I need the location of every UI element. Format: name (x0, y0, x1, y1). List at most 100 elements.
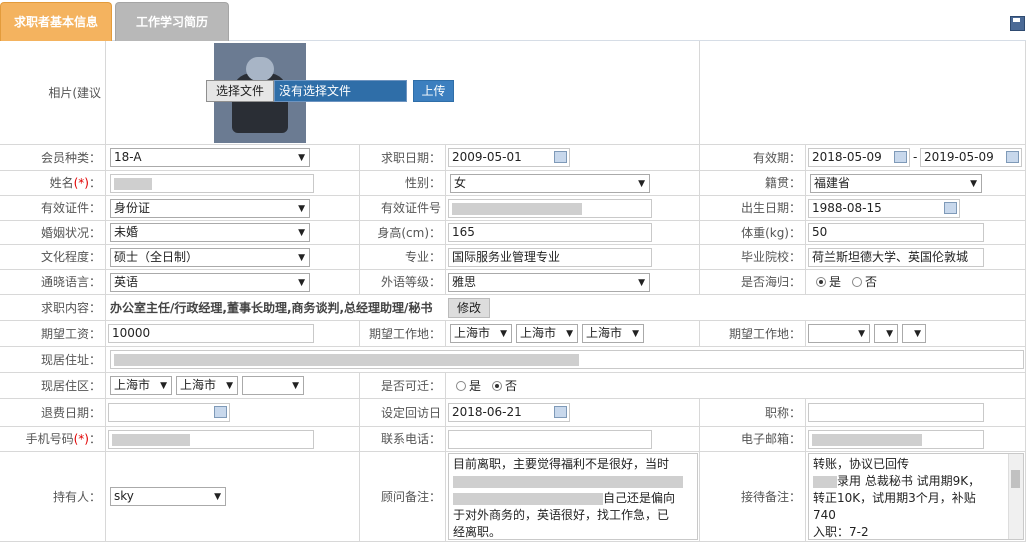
calendar-icon[interactable] (214, 406, 227, 418)
work-district-select[interactable]: 上海市 ▼ (582, 324, 644, 343)
radio-checked-icon[interactable] (816, 277, 826, 287)
height-input[interactable]: 165 (448, 223, 652, 242)
title-input[interactable] (808, 403, 984, 422)
school-input[interactable]: 荷兰斯坦德大学、英国伦敦城 (808, 248, 984, 267)
mobile-label: 手机号码(*)： (0, 427, 106, 452)
relocate-label: 是否可迁： (360, 373, 446, 399)
district-city-select[interactable]: 上海市 ▼ (176, 376, 238, 395)
calendar-icon[interactable] (944, 202, 957, 214)
choose-file-button[interactable]: 选择文件 (206, 80, 274, 102)
id-type-select[interactable]: 身份证 ▼ (110, 199, 310, 218)
district-area-select[interactable]: ▼ (242, 376, 304, 395)
reception-note-textarea[interactable]: 转账，协议已回传 录用 总裁秘书 试用期9K， 转正10K，试用期3个月，补贴 … (808, 453, 1024, 540)
job-content-label: 求职内容： (0, 295, 106, 321)
work2-city-select[interactable]: ▼ (874, 324, 898, 343)
refund-date-cell (106, 399, 360, 427)
email-input[interactable] (808, 430, 984, 449)
work-place2-label: 期望工作地： (700, 321, 806, 347)
birth-input[interactable]: 1988-08-15 (808, 199, 960, 218)
calendar-icon[interactable] (554, 151, 567, 163)
email-cell (806, 427, 1026, 452)
mobile-cell (106, 427, 360, 452)
calendar-icon[interactable] (554, 406, 567, 418)
returnee-no-option[interactable]: 否 (852, 271, 877, 293)
tab-basic-info[interactable]: 求职者基本信息 (0, 2, 112, 41)
work2-district-select[interactable]: ▼ (902, 324, 926, 343)
reception-note-scrollbar[interactable] (1008, 454, 1023, 539)
foreign-level-cell: 雅思 ▼ (446, 270, 700, 295)
weight-label: 体重(kg)： (700, 221, 806, 245)
gender-label: 性别： (360, 171, 446, 196)
radio-checked-icon[interactable] (492, 381, 502, 391)
native-label: 籍贯： (700, 171, 806, 196)
tab-work-study-resume[interactable]: 工作学习简历 (115, 2, 229, 41)
apply-date-label: 求职日期： (360, 145, 446, 171)
weight-input[interactable]: 50 (808, 223, 984, 242)
calendar-icon[interactable] (894, 151, 907, 163)
district-province-select[interactable]: 上海市 ▼ (110, 376, 172, 395)
holder-cell: sky ▼ (106, 452, 360, 542)
mobile-input[interactable] (108, 430, 314, 449)
name-input[interactable] (110, 174, 314, 193)
work-city-select[interactable]: 上海市 ▼ (516, 324, 578, 343)
birth-label: 出生日期： (700, 196, 806, 221)
work2-province-select[interactable]: ▼ (808, 324, 870, 343)
refund-date-input[interactable] (108, 403, 230, 422)
foreign-level-select[interactable]: 雅思 ▼ (448, 273, 650, 292)
advisor-note-line2 (453, 473, 693, 490)
phone-cell (446, 427, 700, 452)
reception-note-line3: 转正10K，试用期3个月，补贴 (813, 491, 976, 505)
phone-input[interactable] (448, 430, 652, 449)
id-no-input[interactable] (448, 199, 652, 218)
calendar-icon[interactable] (1006, 151, 1019, 163)
relocate-yes-option[interactable]: 是 (456, 375, 481, 397)
job-content-text: 办公室主任/行政经理,董事长助理,商务谈判,总经理助理/秘书 (110, 301, 433, 315)
holder-select[interactable]: sky ▼ (110, 487, 226, 506)
valid-from-input[interactable]: 2018-05-09 (808, 148, 910, 167)
school-label: 毕业院校： (700, 245, 806, 270)
gender-select[interactable]: 女 ▼ (450, 174, 650, 193)
member-type-select[interactable]: 18-A ▼ (110, 148, 310, 167)
relocate-no-option[interactable]: 否 (492, 375, 517, 397)
valid-to-input[interactable]: 2019-05-09 (920, 148, 1022, 167)
language-cell: 英语 ▼ (106, 270, 360, 295)
major-cell: 国际服务业管理专业 (446, 245, 700, 270)
reception-note-cell: 转账，协议已回传 录用 总裁秘书 试用期9K， 转正10K，试用期3个月，补贴 … (806, 452, 1026, 542)
radio-unchecked-icon[interactable] (852, 277, 862, 287)
callback-date-label: 设定回访日期： (360, 399, 446, 448)
returnee-yes-option[interactable]: 是 (816, 271, 841, 293)
work-place-label: 期望工作地： (360, 321, 446, 347)
apply-date-input[interactable]: 2009-05-01 (448, 148, 570, 167)
valid-period-separator: - (913, 150, 918, 164)
advisor-note-cell: 目前离职，主要觉得福利不是很好，当时 自己还是偏向 于对外商务的，英语很好，找工… (446, 452, 700, 542)
photo-cell: 选择文件 没有选择文件 上传 (106, 41, 700, 145)
photo-empty-cell (700, 41, 1026, 145)
callback-date-input[interactable]: 2018-06-21 (448, 403, 570, 422)
marital-select[interactable]: 未婚 ▼ (110, 223, 310, 242)
id-type-cell: 身份证 ▼ (106, 196, 360, 221)
radio-unchecked-icon[interactable] (456, 381, 466, 391)
native-select[interactable]: 福建省 ▼ (810, 174, 982, 193)
advisor-note-line5: 经离职。 (453, 525, 502, 539)
callback-date-cell: 2018-06-21 (446, 399, 700, 427)
major-input[interactable]: 国际服务业管理专业 (448, 248, 652, 267)
language-select[interactable]: 英语 ▼ (110, 273, 310, 292)
member-type-label: 会员种类： (0, 145, 106, 171)
job-content-edit-button[interactable]: 修改 (448, 298, 490, 318)
work-province-select[interactable]: 上海市 ▼ (450, 324, 512, 343)
height-cell: 165 (446, 221, 700, 245)
marital-label: 婚姻状况： (0, 221, 106, 245)
advisor-note-textarea[interactable]: 目前离职，主要觉得福利不是很好，当时 自己还是偏向 于对外商务的，英语很好，找工… (448, 453, 698, 540)
returnee-label: 是否海归： (700, 270, 806, 295)
height-label: 身高(cm)： (360, 221, 446, 245)
save-icon[interactable] (1010, 16, 1025, 31)
address-cell (106, 347, 1026, 373)
education-select[interactable]: 硕士（全日制） ▼ (110, 248, 310, 267)
salary-input[interactable]: 10000 (108, 324, 314, 343)
valid-period-cell: 2018-05-09 - 2019-05-09 (806, 145, 1026, 171)
major-label: 专业： (360, 245, 446, 270)
address-input[interactable] (110, 350, 1024, 369)
email-label: 电子邮箱： (700, 427, 806, 452)
holder-label: 持有人： (0, 452, 106, 542)
upload-button[interactable]: 上传 (413, 80, 454, 102)
